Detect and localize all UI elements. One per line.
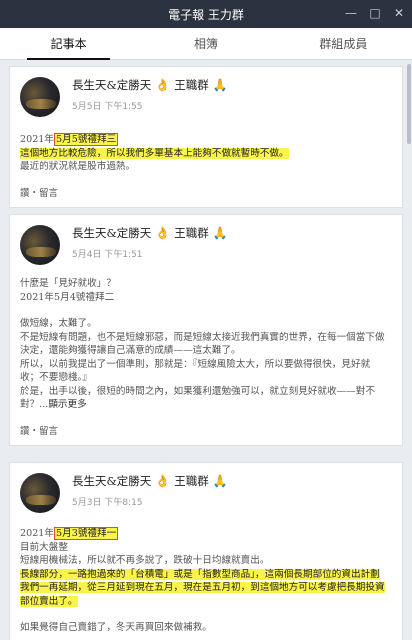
author-name[interactable]: 長生天&定勝天 [72, 473, 151, 489]
window-controls: — □ ✕ [344, 6, 406, 20]
avatar[interactable] [20, 225, 60, 265]
post-body: 2021年 5月3號禮拜一 目前大盤整 短線用機械法，所以就不再多說了，跌破十日均… [10, 513, 402, 635]
post-header: 長生天&定勝天 👌 王職群 🙏 5月3日 下午8:15 [10, 463, 402, 513]
ok-hand-icon: 👌 [155, 474, 171, 488]
post-time[interactable]: 5月5日 下午1:55 [72, 99, 228, 112]
post-line: 什麼是「見好就收」？ [20, 278, 116, 289]
post-meta: 長生天&定勝天 👌 王職群 🙏 5月5日 下午1:55 [72, 77, 228, 112]
post-line: 收；不要戀棧。』 [20, 372, 92, 383]
maximize-button[interactable]: □ [368, 6, 382, 20]
group-name[interactable]: 王職群 [174, 77, 209, 93]
post-line: 最近的狀況就是股市過熱。 [20, 161, 136, 172]
author-line: 長生天&定勝天 👌 王職群 🙏 [72, 77, 228, 93]
pray-icon: 🙏 [212, 474, 228, 488]
post-card: 長生天&定勝天 👌 王職群 🙏 5月5日 下午1:55 2021年 5月5號禮拜三… [9, 66, 403, 208]
pray-icon: 🙏 [212, 226, 228, 240]
post-line: 目前大盤整 [20, 541, 68, 553]
post-time[interactable]: 5月4日 下午1:51 [72, 247, 228, 260]
highlighted-text: 我們一再延期，從三月延到現在五月，現在是五月初，到這個地方可以考慮把長期投資 [20, 582, 385, 593]
post-line: 做短線，太難了。 [20, 318, 97, 329]
highlighted-text: 部位賣出了。 [20, 595, 78, 607]
post-line: 2021年5月4號禮拜二 [20, 291, 115, 303]
post-header: 長生天&定勝天 👌 王職群 🙏 5月5日 下午1:55 [10, 67, 402, 117]
tab-photos[interactable]: 相簿 [137, 28, 274, 59]
post-line: 不是短線有問題，也不是短線邪惡，而是短線太接近我們真實的世界，在每一個當下做 [20, 331, 385, 343]
tab-notes[interactable]: 記事本 [0, 28, 137, 60]
post-line: 2021年 5月3號禮拜一 [20, 527, 392, 541]
post-meta: 長生天&定勝天 👌 王職群 🙏 5月3日 下午8:15 [72, 473, 228, 508]
ok-hand-icon: 👌 [155, 78, 171, 92]
post-card: 長生天&定勝天 👌 王職群 🙏 5月3日 下午8:15 2021年 5月3號禮拜一… [9, 462, 403, 640]
window-title: 電子報 王力群 [168, 7, 244, 22]
tab-bar: 記事本 相簿 群組成員 [0, 28, 412, 60]
post-line: 如果覺得自己賣錯了，冬天再買回來做補救。 [20, 622, 212, 633]
post-line: 我們一再延期，從三月延到現在五月，現在是五月初，到這個地方可以考慮把長期投資 [20, 581, 392, 595]
post-line: 這個地方比較危險，所以我們多單基本上能夠不做就暫時不做。 [20, 147, 392, 161]
highlighted-date: 5月3號禮拜一 [54, 527, 119, 540]
author-line: 長生天&定勝天 👌 王職群 🙏 [72, 225, 228, 241]
title-bar: 電子報 王力群 — □ ✕ [0, 0, 412, 28]
show-more-link[interactable]: 顯示更多 [48, 399, 86, 410]
post-line: 對？...顯示更多 [20, 398, 392, 412]
tab-members[interactable]: 群組成員 [275, 28, 412, 59]
post-actions[interactable]: 讚・留言 [20, 423, 58, 437]
date-prefix: 2021年 [20, 134, 55, 145]
post-body: 2021年 5月5號禮拜三 這個地方比較危險，所以我們多單基本上能夠不做就暫時不做… [10, 117, 402, 174]
group-name[interactable]: 王職群 [174, 225, 209, 241]
close-button[interactable]: ✕ [392, 6, 406, 20]
ok-hand-icon: 👌 [155, 226, 171, 240]
post-header: 長生天&定勝天 👌 王職群 🙏 5月4日 下午1:51 [10, 215, 402, 265]
post-line: 2021年 5月5號禮拜三 [20, 133, 392, 147]
post-line: 所以，以前我提出了一個準則，那就是：『短線風險太大，所以要做得很快，見好就 [20, 358, 371, 370]
highlighted-text: 長線部分，一路抱過來的「台積電」或是「指數型商品」，這兩個長期部位的資出計劃 [20, 568, 380, 580]
feed-scrollbar[interactable] [407, 64, 411, 144]
author-name[interactable]: 長生天&定勝天 [72, 225, 151, 241]
avatar[interactable] [20, 473, 60, 513]
highlighted-date: 5月5號禮拜三 [54, 133, 119, 146]
post-line: 長線部分，一路抱過來的「台積電」或是「指數型商品」，這兩個長期部位的資出計劃 [20, 568, 392, 582]
minimize-button[interactable]: — [344, 6, 358, 20]
truncated-text: 對？... [20, 399, 49, 410]
avatar[interactable] [20, 77, 60, 117]
post-line: 決定，還能夠獲得讓自己滿意的成績——這太難了。 [20, 345, 241, 356]
post-line: 於是，出手以後，很短的時間之內，如果獲利還勉強可以，就立刻見好就收——對不 [20, 385, 375, 397]
post-feed[interactable]: 長生天&定勝天 👌 王職群 🙏 5月5日 下午1:55 2021年 5月5號禮拜三… [0, 60, 412, 640]
post-body: 什麼是「見好就收」？ 2021年5月4號禮拜二 做短線，太難了。 不是短線有問題… [10, 265, 402, 412]
post-card: 長生天&定勝天 👌 王職群 🙏 5月4日 下午1:51 什麼是「見好就收」？ 2… [9, 214, 403, 446]
date-prefix: 2021年 [20, 528, 55, 539]
post-meta: 長生天&定勝天 👌 王職群 🙏 5月4日 下午1:51 [72, 225, 228, 260]
author-line: 長生天&定勝天 👌 王職群 🙏 [72, 473, 228, 489]
post-time[interactable]: 5月3日 下午8:15 [72, 495, 228, 508]
post-actions[interactable]: 讚・留言 [20, 185, 58, 199]
post-line: 部位賣出了。 [20, 595, 392, 609]
post-line: 短線用機械法，所以就不再多說了，跌破十日均線就賣出。 [20, 555, 270, 566]
author-name[interactable]: 長生天&定勝天 [72, 77, 151, 93]
group-name[interactable]: 王職群 [174, 473, 209, 489]
highlighted-text: 這個地方比較危險，所以我們多單基本上能夠不做就暫時不做。 [20, 147, 289, 159]
pray-icon: 🙏 [212, 78, 228, 92]
